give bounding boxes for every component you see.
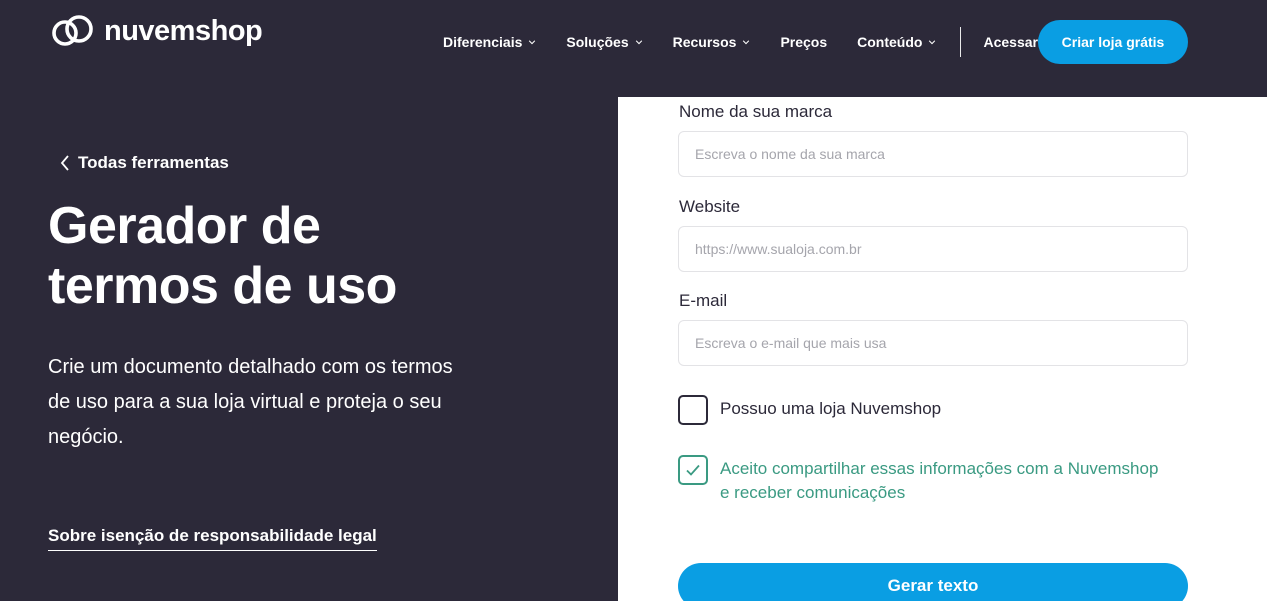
generate-text-button[interactable]: Gerar texto [678,563,1188,601]
consent-label: Aceito compartilhar essas informações co… [720,455,1190,505]
description-line: negócio. [48,426,124,448]
nav-item-label: Soluções [566,34,629,50]
consent-checkbox[interactable] [678,455,708,485]
website-label: Website [679,197,741,216]
chevron-down-icon [743,40,750,45]
nav-item-diferenciais[interactable]: Diferenciais [443,34,536,50]
main-nav: Diferenciais Soluções Recursos Preços Co… [443,20,1059,64]
has-store-label: Possuo uma loja Nuvemshop [720,399,942,418]
terms-generator-form: Nome da sua marca Website E-mail Possuo … [618,97,1267,601]
consent-label-line: Aceito compartilhar essas informações co… [720,459,1159,478]
chevron-left-icon [60,155,69,171]
page: nuvemshop Diferenciais Soluções Recursos… [0,0,1267,601]
has-store-checkbox[interactable] [678,395,708,425]
description-line: Crie um documento detalhado com os termo… [48,356,453,378]
logo[interactable]: nuvemshop [50,14,263,48]
brand-name-input[interactable] [678,131,1188,177]
email-label: E-mail [679,291,728,310]
description-line: de uso para a sua loja virtual e proteja… [48,391,442,413]
checkmark-icon [686,464,700,476]
logo-text: nuvemshop [104,14,263,47]
chevron-down-icon [929,40,936,45]
page-title: Gerador de termos de uso [48,196,528,316]
nav-divider [960,27,962,57]
brand-name-label: Nome da sua marca [679,102,833,121]
back-link-label: Todas ferramentas [78,153,229,172]
nav-item-label: Conteúdo [857,34,923,50]
site-header: nuvemshop Diferenciais Soluções Recursos… [0,0,1267,84]
nav-item-conteudo[interactable]: Conteúdo [857,34,936,50]
website-input[interactable] [678,226,1188,272]
nav-item-label: Diferenciais [443,34,523,50]
has-store-checkbox-row[interactable]: Possuo uma loja Nuvemshop [678,395,941,425]
email-input[interactable] [678,320,1188,366]
page-title-line: Gerador de [48,197,321,255]
nav-item-precos[interactable]: Preços [780,34,827,50]
legal-disclaimer-link[interactable]: Sobre isenção de responsabilidade legal [48,526,377,551]
nav-item-label: Recursos [672,34,737,50]
chevron-down-icon [529,40,536,45]
nav-item-label: Preços [780,34,828,50]
chevron-down-icon [635,40,642,45]
login-link[interactable]: Acessar [983,34,1038,50]
nav-item-recursos[interactable]: Recursos [673,34,751,50]
cloud-rings-icon [52,15,93,46]
consent-checkbox-row[interactable]: Aceito compartilhar essas informações co… [678,455,1190,505]
back-to-tools-link[interactable]: Todas ferramentas [60,153,229,173]
page-title-line: termos de uso [48,257,397,315]
nav-item-solucoes[interactable]: Soluções [566,34,642,50]
create-store-button[interactable]: Criar loja grátis [1038,20,1188,64]
consent-label-line: e receber comunicações [720,483,906,502]
page-description: Crie um documento detalhado com os termo… [48,350,508,455]
